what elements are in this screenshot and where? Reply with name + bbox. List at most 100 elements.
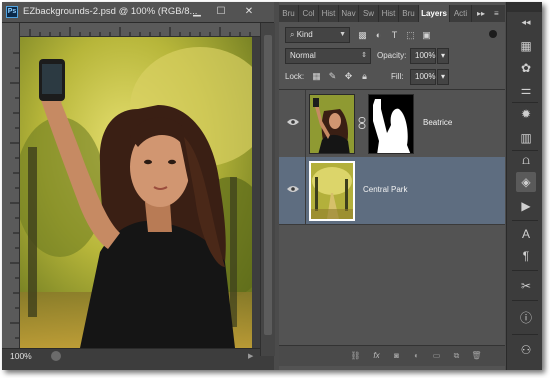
horizontal-ruler[interactable]	[20, 23, 260, 37]
layer-name[interactable]: Central Park	[363, 185, 407, 194]
photoshop-logo-icon: Ps	[6, 6, 18, 18]
actions-icon[interactable]: ▶	[518, 198, 534, 214]
lock-transparent-icon[interactable]: ▦	[311, 71, 322, 82]
tools-icon[interactable]: ✂	[518, 278, 534, 294]
zoom-level[interactable]: 100%	[10, 351, 32, 361]
fill-slider-toggle[interactable]: ▾	[437, 69, 449, 85]
tab-navigator[interactable]: Nav	[339, 5, 359, 22]
dock-divider	[512, 300, 538, 301]
filter-smart-object-icon[interactable]: ▣	[421, 30, 432, 41]
tab-actions[interactable]: Acti	[450, 5, 472, 22]
filter-adjustment-icon[interactable]: ◐	[373, 30, 384, 41]
tab-history[interactable]: Hist	[319, 5, 339, 22]
dock-divider	[512, 270, 538, 271]
dock-divider	[512, 220, 538, 221]
ruler-ticks	[10, 52, 19, 339]
layers-icon[interactable]: ◈	[516, 172, 536, 192]
central-park-thumbnail-image	[311, 163, 353, 219]
blend-mode-select[interactable]: Normal ⇕	[285, 48, 371, 64]
layer-mask-thumbnail[interactable]	[368, 94, 414, 154]
lock-all-icon[interactable]: 🔒︎	[359, 71, 370, 82]
dock-divider	[512, 102, 538, 103]
lock-label: Lock:	[285, 72, 305, 81]
histogram-icon[interactable]: ⩍	[518, 152, 534, 168]
document-window: Ps EZbackgrounds-2.psd @ 100% (RGB/8... …	[2, 2, 275, 370]
fill-input[interactable]: 100%	[410, 69, 436, 85]
layers-panel-footer: ⛓ fx ◙ ◐ ▭ ⧉ 🗑︎	[279, 345, 505, 366]
adjust-icon[interactable]: ✹	[518, 106, 534, 122]
search-icon: ⌕	[290, 30, 297, 39]
palette-icon[interactable]: ✿	[518, 60, 534, 76]
status-bar: 100% ▶	[2, 348, 260, 364]
swatches-icon[interactable]: ▦	[518, 38, 534, 54]
maximize-button[interactable]: ☐	[210, 5, 232, 19]
character-icon[interactable]: A	[518, 226, 534, 242]
adjustment-layer-icon[interactable]: ◐	[411, 351, 422, 361]
sliders-icon[interactable]: ⚌	[518, 82, 534, 98]
tab-color[interactable]: Col	[299, 5, 319, 22]
status-arrow-icon[interactable]: ▶	[248, 352, 253, 360]
tab-brush[interactable]: Bru	[279, 5, 299, 22]
opacity-label: Opacity:	[377, 51, 407, 60]
delete-icon[interactable]: 🗑︎	[471, 351, 482, 361]
eye-icon[interactable]	[287, 185, 299, 193]
selfie-photo	[20, 37, 252, 348]
vertical-scrollbar[interactable]	[260, 23, 275, 356]
fx-icon[interactable]: fx	[371, 351, 382, 361]
styles-icon[interactable]: ▥	[518, 130, 534, 146]
layer-row-beatrice[interactable]: Beatrice	[279, 90, 505, 158]
fill-label: Fill:	[391, 72, 404, 81]
lock-image-icon[interactable]: ✎	[327, 71, 338, 82]
close-button[interactable]: ✕	[238, 5, 260, 19]
ruler-ticks	[29, 27, 251, 36]
opacity-slider-toggle[interactable]: ▾	[437, 48, 449, 64]
vertical-ruler[interactable]	[2, 23, 20, 356]
opacity-input[interactable]: 100%	[410, 48, 436, 64]
dock-divider	[512, 334, 538, 335]
chevron-down-icon: ⇕	[361, 52, 367, 59]
status-info-icon[interactable]	[51, 351, 61, 361]
expand-tabs-icon[interactable]: ▸▸	[477, 5, 485, 22]
filter-shape-icon[interactable]: ⬚	[405, 30, 416, 41]
filter-toggle-icon[interactable]	[489, 30, 497, 38]
beatrice-thumbnail-image	[310, 95, 354, 153]
canvas-photo[interactable]	[20, 37, 252, 348]
panel-tabs: Bru Col Hist Nav Sw Hist Bru Layers Acti…	[279, 5, 505, 22]
scroll-thumb[interactable]	[264, 35, 272, 335]
filter-pixel-icon[interactable]: ▩	[357, 30, 368, 41]
visibility-column	[279, 157, 306, 224]
layers-list: Beatrice Central Park	[279, 89, 505, 345]
document-title: EZbackgrounds-2.psd @ 100% (RGB/8...	[23, 6, 198, 17]
lock-position-icon[interactable]: ✥	[343, 71, 354, 82]
link-layers-icon[interactable]: ⛓	[350, 351, 361, 361]
filter-type-icon[interactable]: T	[389, 30, 400, 41]
dock-divider	[512, 150, 538, 151]
add-mask-icon[interactable]: ◙	[391, 351, 402, 361]
photoshop-window: Ps EZbackgrounds-2.psd @ 100% (RGB/8... …	[2, 2, 542, 370]
tab-brush-presets[interactable]: Bru	[399, 5, 419, 22]
eye-icon[interactable]	[287, 118, 299, 126]
layer-thumbnail[interactable]	[309, 161, 355, 221]
layers-panel: Bru Col Hist Nav Sw Hist Bru Layers Acti…	[279, 2, 505, 370]
double-arrow-icon[interactable]: ◂◂	[518, 14, 534, 30]
new-layer-icon[interactable]: ⧉	[451, 351, 462, 361]
new-group-icon[interactable]: ▭	[431, 351, 442, 361]
document-title-bar[interactable]: Ps EZbackgrounds-2.psd @ 100% (RGB/8... …	[2, 2, 274, 23]
minimize-button[interactable]: ▁	[186, 5, 208, 19]
clone-icon[interactable]: ⚇	[518, 342, 534, 358]
chain-link-icon[interactable]	[358, 117, 366, 129]
tab-swatches[interactable]: Sw	[359, 5, 379, 22]
filter-kind-select[interactable]: ⌕ Kind ▼	[285, 27, 350, 43]
layer-thumbnail[interactable]	[309, 94, 355, 154]
mask-image	[369, 95, 413, 153]
info-icon[interactable]: ⓘ	[518, 310, 534, 326]
panel-menu-icon[interactable]: ≡	[494, 5, 499, 22]
paragraph-icon[interactable]: ¶	[518, 248, 534, 264]
visibility-column	[279, 90, 306, 157]
chevron-down-icon: ▼	[339, 31, 346, 38]
layer-row-central-park[interactable]: Central Park	[279, 157, 505, 225]
layer-name[interactable]: Beatrice	[423, 118, 452, 127]
tab-history-2[interactable]: Hist	[379, 5, 399, 22]
dock-header	[507, 2, 542, 12]
tab-layers[interactable]: Layers	[419, 5, 450, 22]
